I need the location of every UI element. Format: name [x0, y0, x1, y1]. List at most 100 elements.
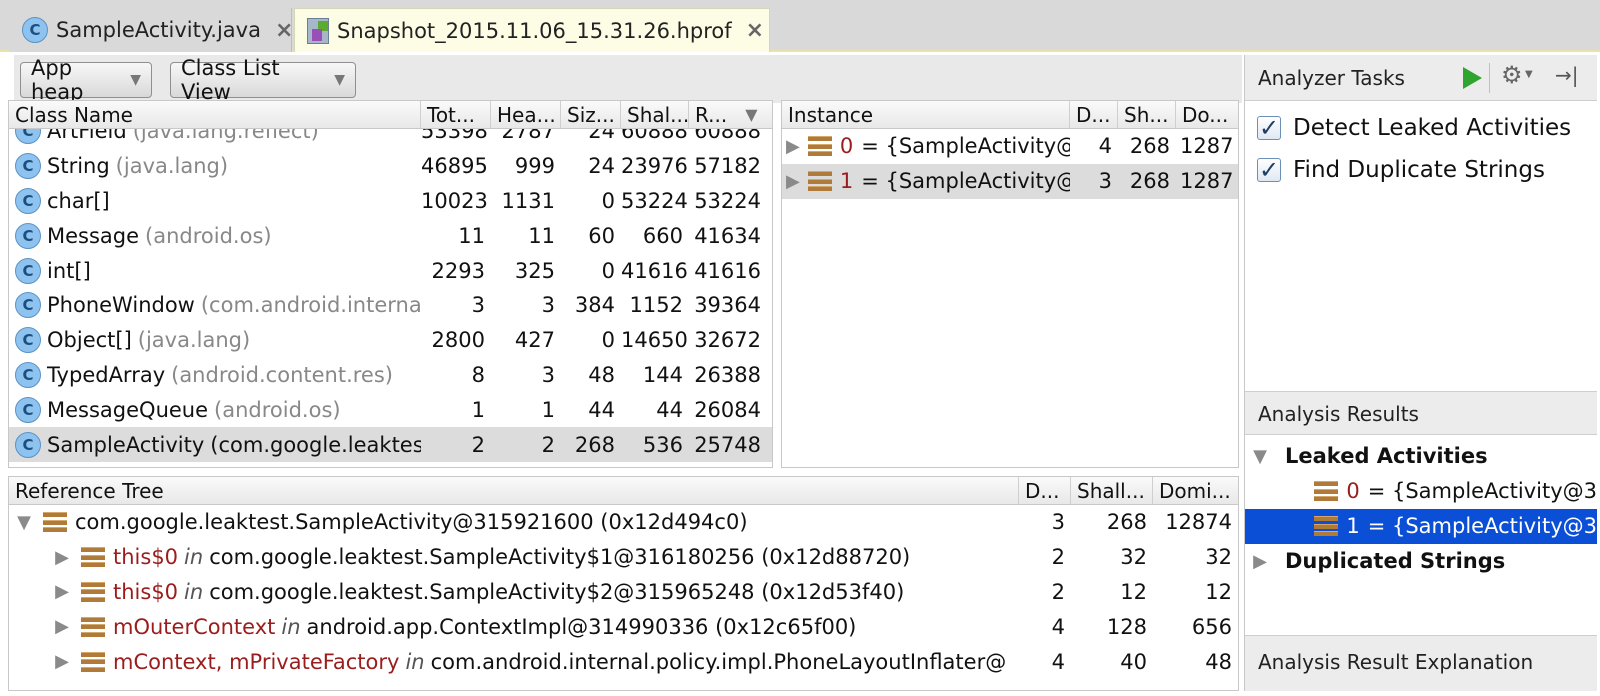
col-size[interactable]: Siz... — [561, 101, 621, 128]
col-shallow[interactable]: Shal... — [621, 101, 689, 128]
heap-select[interactable]: App heap ▼ — [20, 56, 152, 104]
reference-child-row[interactable]: ▶ this$0 in com.google.leaktest.SampleAc… — [9, 575, 1238, 610]
chevron-right-icon[interactable]: ▶ — [51, 651, 73, 672]
class-icon: C — [15, 187, 41, 214]
close-icon[interactable]: × — [746, 18, 764, 43]
object-instance-icon — [43, 512, 67, 533]
explanation-title: Analysis Result Explanation — [1258, 650, 1534, 674]
shallow-value: 40 — [1120, 649, 1147, 674]
col-depth[interactable]: D... — [1070, 101, 1118, 128]
class-name-cell: C int[] — [9, 257, 421, 284]
chevron-down-icon[interactable]: ▼ — [1249, 446, 1271, 467]
tab-sampleactivity-java[interactable]: C SampleActivity.java × — [10, 8, 293, 52]
col-total[interactable]: Tot... — [421, 101, 491, 128]
total-count: 53398 — [421, 129, 488, 144]
col-dominating[interactable]: Domi... — [1153, 477, 1238, 504]
analyzer-header: Analyzer Tasks ⚙ ▼ →| — [1245, 55, 1597, 101]
shallow-size: 41616 — [621, 258, 688, 283]
analysis-results-title: Analysis Results — [1258, 402, 1419, 426]
class-name: PhoneWindow — [47, 293, 195, 318]
chevron-right-icon[interactable]: ▶ — [51, 616, 73, 637]
shallow-value: 268 — [1129, 169, 1170, 194]
col-shallow[interactable]: Sh... — [1118, 101, 1176, 128]
sort-descending-icon: ▼ — [745, 105, 758, 124]
editor-tab-bar: C SampleActivity.java × Snapshot_2015.11… — [0, 0, 1600, 52]
view-select[interactable]: Class List View ▼ — [170, 56, 356, 104]
class-row[interactable]: C int[] 2293 325 0 41616 41616 — [9, 253, 772, 288]
shallow-value: 268 — [1129, 134, 1170, 159]
class-package: (java.lang.reflect) — [132, 129, 319, 144]
dominating-value: 1287 — [1180, 134, 1234, 159]
chevron-right-icon[interactable]: ▶ — [51, 581, 73, 602]
class-row[interactable]: C MessageQueue (android.os) 1 1 44 44 26… — [9, 392, 772, 427]
leaked-activities-node[interactable]: ▼ Leaked Activities — [1249, 439, 1589, 474]
col-retained[interactable]: R... ▼ — [689, 101, 772, 128]
chevron-down-icon[interactable]: ▼ — [13, 512, 35, 533]
reference-label: com.google.leaktest.SampleActivity@31592… — [75, 510, 748, 535]
class-row[interactable]: C Object[] (java.lang) 2800 427 0 14650 … — [9, 323, 772, 358]
reference-child-row[interactable]: ▶ mOuterContext in android.app.ContextIm… — [9, 609, 1238, 644]
heap-count: 1 — [541, 397, 555, 422]
size-value: 0 — [601, 328, 615, 353]
shallow-size: 660 — [642, 223, 683, 248]
instance-table: Instance D... Sh... Do... ▶ 0 = {SampleA… — [781, 100, 1239, 468]
object-instance-icon — [807, 136, 832, 157]
gear-icon[interactable]: ⚙ — [1501, 61, 1523, 89]
analysis-results-tree: ▼ Leaked Activities 0 = {SampleActivity@… — [1245, 435, 1597, 635]
chevron-right-icon[interactable]: ▶ — [51, 547, 73, 568]
heap-count: 3 — [541, 362, 555, 387]
depth-value: 2 — [1051, 545, 1065, 570]
col-depth[interactable]: D... — [1019, 477, 1071, 504]
leaked-item-1-selected[interactable]: 1 = {SampleActivity@3 — [1245, 509, 1597, 544]
col-shallow[interactable]: Shall... — [1071, 477, 1153, 504]
chevron-down-icon[interactable]: ▼ — [1525, 69, 1533, 80]
class-row[interactable]: C SampleActivity (com.google.leaktes 2 2… — [9, 427, 772, 462]
col-dominating[interactable]: Do... — [1176, 101, 1238, 128]
col-reference-tree[interactable]: Reference Tree — [9, 477, 1019, 504]
reference-child-row[interactable]: ▶ mContext, mPrivateFactory in com.andro… — [9, 644, 1238, 679]
chevron-right-icon[interactable]: ▶ — [786, 171, 800, 192]
reference-child-row[interactable]: ▶ this$0 in com.google.leaktest.SampleAc… — [9, 540, 1238, 575]
chevron-right-icon[interactable]: ▶ — [786, 136, 800, 157]
chevron-down-icon: ▼ — [130, 72, 141, 88]
shallow-size: 1152 — [629, 293, 683, 318]
checkbox-checked[interactable]: ✓ — [1257, 116, 1281, 140]
class-row[interactable]: C TypedArray (android.content.res) 8 3 4… — [9, 358, 772, 393]
class-icon: C — [15, 431, 41, 458]
task-find-duplicate-strings[interactable]: ✓ Find Duplicate Strings — [1257, 157, 1545, 183]
class-row[interactable]: C Message (android.os) 11 11 60 660 4163… — [9, 218, 772, 253]
col-class-name[interactable]: Class Name — [9, 101, 421, 128]
instance-row[interactable]: ▶ 1 = {SampleActivity@ 3 268 1287 — [782, 163, 1238, 199]
hide-panel-icon[interactable]: →| — [1555, 63, 1579, 87]
class-name-cell: C MessageQueue (android.os) — [9, 396, 421, 423]
class-row[interactable]: C char[] 10023 1131 0 53224 53224 — [9, 184, 772, 219]
instance-row[interactable]: ▶ 0 = {SampleActivity@ 4 268 1287 — [782, 129, 1238, 164]
size-value: 268 — [574, 432, 615, 457]
leaked-item-0[interactable]: 0 = {SampleActivity@3 — [1245, 474, 1597, 509]
tab-snapshot-hprof[interactable]: Snapshot_2015.11.06_15.31.26.hprof × — [294, 8, 770, 52]
col-heap[interactable]: Hea... — [491, 101, 561, 128]
chevron-right-icon[interactable]: ▶ — [1249, 551, 1271, 572]
col-instance[interactable]: Instance — [782, 101, 1070, 128]
class-row[interactable]: C PhoneWindow (com.android.interna 3 3 3… — [9, 288, 772, 323]
class-row[interactable]: C ArtField (java.lang.reflect) 53398 278… — [9, 129, 772, 149]
split-handle[interactable] — [773, 100, 781, 468]
retained-size: 57182 — [694, 154, 761, 179]
field-name: this$0 — [113, 579, 179, 604]
object-instance-icon — [81, 651, 105, 672]
instance-value: = {SampleActivity@ — [861, 169, 1070, 194]
task-detect-leaked-activities[interactable]: ✓ Detect Leaked Activities — [1257, 115, 1571, 141]
close-icon[interactable]: × — [275, 18, 293, 43]
in-keyword: in — [184, 545, 204, 570]
retained-size: 41616 — [694, 258, 761, 283]
total-count: 2800 — [431, 328, 485, 353]
checkbox-checked[interactable]: ✓ — [1257, 158, 1281, 182]
run-icon[interactable] — [1461, 66, 1483, 90]
class-row[interactable]: C String (java.lang) 46895 999 24 23976 … — [9, 149, 772, 184]
analysis-results-header: Analysis Results — [1245, 391, 1597, 435]
reference-root-row[interactable]: ▼ com.google.leaktest.SampleActivity@315… — [9, 505, 1238, 540]
total-count: 2293 — [431, 258, 485, 283]
heap-count: 11 — [528, 223, 555, 248]
class-name-cell: C String (java.lang) — [9, 153, 421, 180]
duplicated-strings-node[interactable]: ▶ Duplicated Strings — [1249, 544, 1589, 579]
